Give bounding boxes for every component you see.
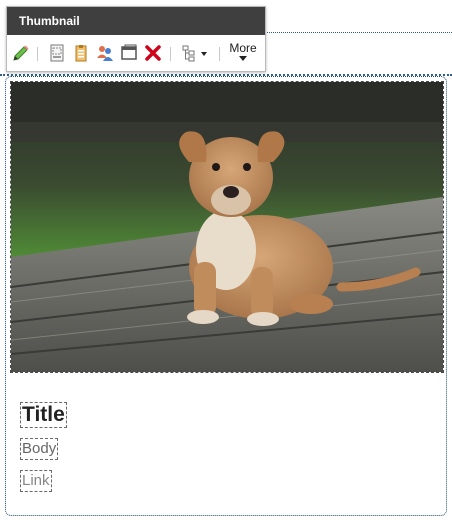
toolbar-separator <box>219 47 220 61</box>
thumbnail-toolbar: Thumbnail More <box>6 6 266 72</box>
more-label: More <box>229 41 257 55</box>
users-icon[interactable] <box>95 43 115 63</box>
thumbnail-image[interactable] <box>10 81 444 373</box>
window-icon[interactable] <box>119 43 139 63</box>
guide-line-top <box>262 32 452 33</box>
toolbar-separator <box>37 47 38 61</box>
clipboard-icon[interactable] <box>71 43 91 63</box>
more-menu-button[interactable]: More <box>227 41 259 67</box>
card-link[interactable]: Link <box>20 470 52 492</box>
template-icon[interactable] <box>47 43 67 63</box>
delete-icon[interactable] <box>143 43 163 63</box>
card-title[interactable]: Title <box>20 402 67 428</box>
toolbar-title: Thumbnail <box>7 7 265 35</box>
chevron-down-icon <box>239 56 247 61</box>
toolbar-icon-row: More <box>7 35 265 71</box>
tree-icon[interactable] <box>179 43 209 63</box>
card-body[interactable]: Body <box>20 438 59 460</box>
pencil-icon[interactable] <box>11 43 31 63</box>
thumbnail-card: Title Body Link <box>5 76 447 516</box>
toolbar-separator <box>170 47 171 61</box>
